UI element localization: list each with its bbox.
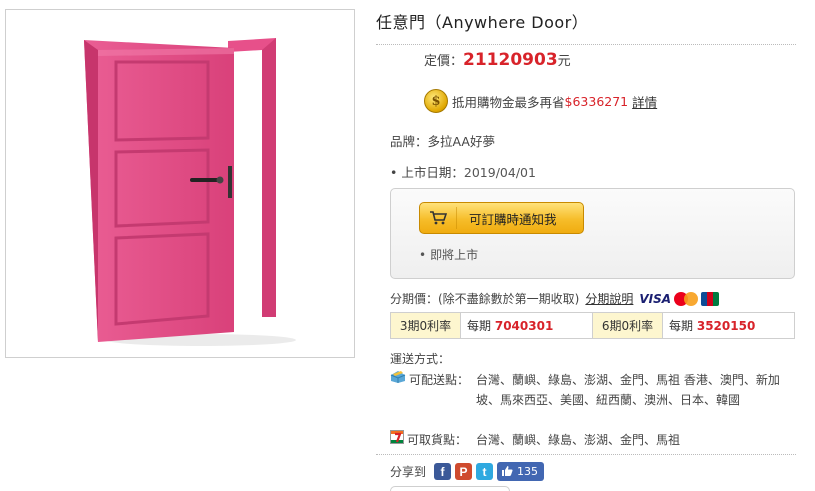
shopping-cart-icon xyxy=(420,211,456,225)
installment-info-link[interactable]: 分期說明 xyxy=(585,290,633,307)
coming-soon-text: 即將上市 xyxy=(430,248,479,262)
twitter-share-icon[interactable]: t xyxy=(476,463,494,480)
per-period-label: 每期 xyxy=(669,319,694,333)
installment-label: 分期價：(除不盡餘數於第一期收取) xyxy=(390,292,580,306)
thumbs-up-icon xyxy=(501,465,513,479)
product-image-frame xyxy=(5,9,355,358)
dollar-coin-icon: $ xyxy=(424,89,448,113)
delivery-areas: 台灣、蘭嶼、綠島、澎湖、金門、馬祖 香港、澳門、新加坡、馬來西亞、美國、紐西蘭、… xyxy=(476,373,780,407)
mastercard-logo-icon xyxy=(674,291,699,306)
title-divider xyxy=(376,44,796,45)
installment-amount-6: 每期 3520150 xyxy=(662,312,795,339)
per-period-label: 每期 xyxy=(467,319,492,333)
coupon-amount: $6336271 xyxy=(564,93,629,109)
product-title: 任意門（Anywhere Door） xyxy=(376,13,589,32)
coming-soon-status: • 即將上市 xyxy=(419,246,478,263)
per-period-value: 3520150 xyxy=(696,319,756,333)
facebook-share-icon[interactable]: f xyxy=(434,463,452,480)
pickup-row: 可取貨點： 台灣、蘭嶼、綠島、澎湖、金門、馬祖 xyxy=(390,430,786,450)
pickup-label-wrap: 可取貨點： xyxy=(390,430,476,450)
coupon-details-link[interactable]: 詳情 xyxy=(632,92,657,111)
price-value: 21120903 xyxy=(463,50,558,70)
per-period-value: 7040301 xyxy=(494,319,554,333)
installment-term-6: 6期0利率 xyxy=(592,312,663,339)
plurk-share-icon[interactable]: P xyxy=(455,463,473,480)
like-count: 135 xyxy=(517,465,539,478)
price-currency: 元 xyxy=(557,54,571,69)
installment-amount-3: 每期 7040301 xyxy=(460,312,593,339)
delivery-label: 可配送點： xyxy=(409,373,470,387)
brand-text: 品牌：多拉AA好夢 xyxy=(390,134,495,149)
seven-eleven-icon xyxy=(390,430,404,450)
delivery-box-icon xyxy=(390,370,406,390)
release-date-row: • 上市日期：2019/04/01 xyxy=(390,162,536,181)
shipping-header: 運送方式： xyxy=(390,352,451,366)
pickup-label: 可取貨點： xyxy=(407,433,468,447)
installment-table: 3期0利率 每期 7040301 6期0利率 每期 3520150 xyxy=(390,312,795,339)
facebook-like-button[interactable]: 135 xyxy=(497,462,545,481)
door-image xyxy=(84,38,296,346)
share-divider xyxy=(376,454,796,455)
share-row: 分享到 f P t 135 xyxy=(390,462,545,481)
coupon-row: $ 抵用購物金最多再省 $6336271 詳情 xyxy=(424,88,657,114)
jcb-logo-icon xyxy=(701,291,720,306)
coupon-text: 抵用購物金最多再省 xyxy=(452,94,565,110)
delivery-label-wrap: 可配送點： xyxy=(390,370,476,410)
notify-me-button[interactable]: 可訂購時通知我 xyxy=(419,202,584,234)
next-section-box xyxy=(390,486,510,491)
installment-row: 3期0利率 每期 7040301 6期0利率 每期 3520150 xyxy=(390,312,795,339)
installment-header: 分期價：(除不盡餘數於第一期收取) 分期說明 VISA xyxy=(390,290,720,307)
installment-term-3: 3期0利率 xyxy=(390,312,461,339)
price-label: 定價： xyxy=(424,54,464,69)
notify-button-label: 可訂購時通知我 xyxy=(469,211,557,227)
button-separator xyxy=(456,207,457,229)
coming-bullet: • xyxy=(419,248,427,262)
release-date-value: 2019/04/01 xyxy=(463,165,536,180)
price-row: 定價：21120903元 xyxy=(424,50,571,70)
release-bullet: • xyxy=(390,165,398,180)
card-logos: VISA xyxy=(639,291,720,306)
share-label: 分享到 xyxy=(390,465,427,479)
delivery-row: 可配送點： 台灣、蘭嶼、綠島、澎湖、金門、馬祖 香港、澳門、新加坡、馬來西亞、美… xyxy=(390,370,786,410)
product-info-panel: 任意門（Anywhere Door） 定價：21120903元 $ 抵用購物金最… xyxy=(376,0,801,491)
release-label: 上市日期： xyxy=(401,165,464,180)
pickup-areas: 台灣、蘭嶼、綠島、澎湖、金門、馬祖 xyxy=(476,433,681,447)
notify-box: 可訂購時通知我 • 即將上市 xyxy=(390,188,795,279)
visa-logo-icon: VISA xyxy=(639,291,672,306)
